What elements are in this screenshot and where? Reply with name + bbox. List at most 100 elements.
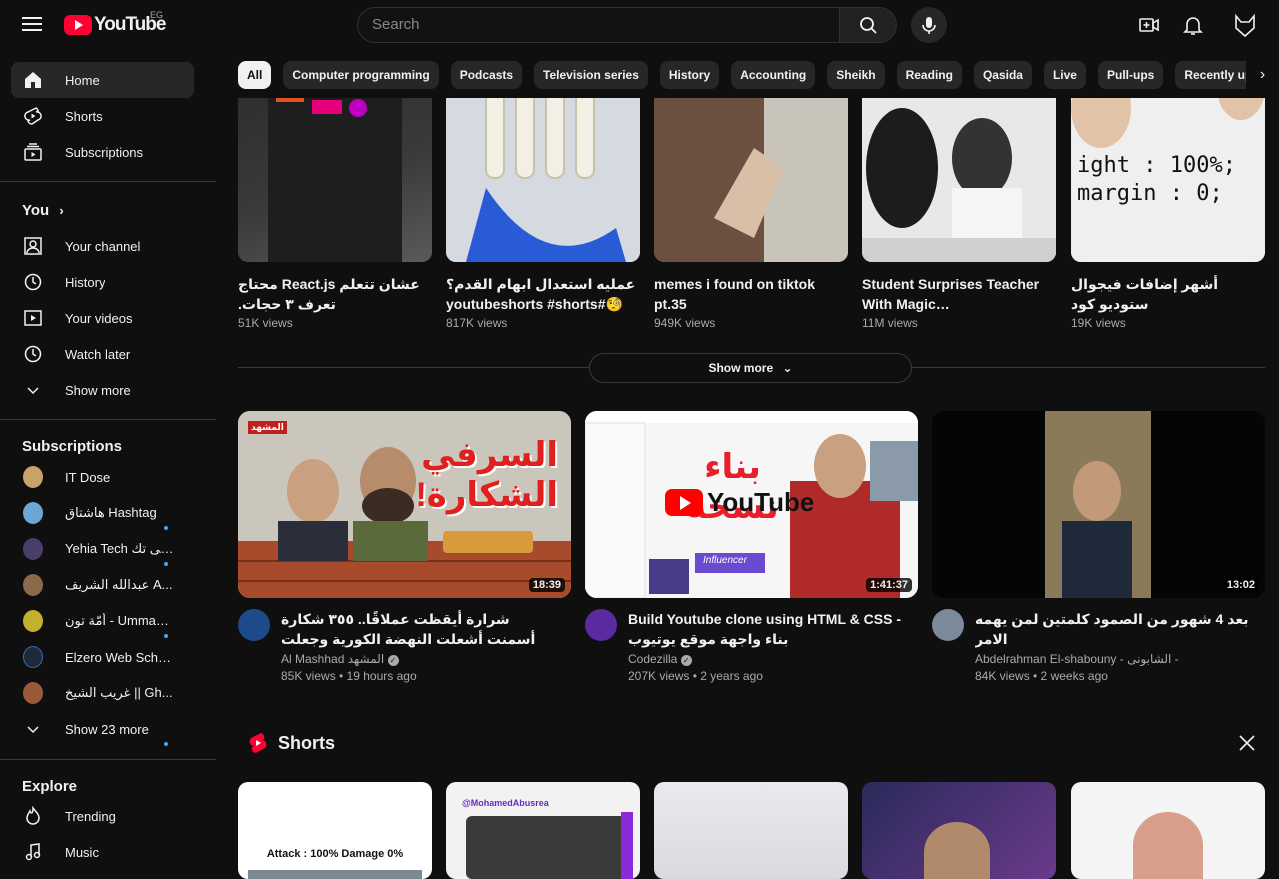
- your-videos-icon: [23, 308, 43, 328]
- watch-later-icon: [23, 344, 43, 364]
- short-thumbnail[interactable]: [862, 782, 1056, 879]
- video-card[interactable]: السرفي الشكارة! المشهد 18:39 شرارة أيقظت…: [238, 411, 571, 683]
- create-video-icon[interactable]: [1137, 13, 1161, 37]
- sidebar-subscription-item[interactable]: عبدالله الشريف A...: [11, 567, 194, 603]
- notifications-bell-icon[interactable]: [1181, 13, 1205, 37]
- video-title[interactable]: شرارة أيقظت عملاقًا.. ٣٥٥ شكارة أسمنت أش…: [281, 609, 561, 649]
- voice-search-button[interactable]: [911, 7, 947, 43]
- search-button[interactable]: [839, 7, 897, 43]
- chip-live[interactable]: Live: [1043, 61, 1086, 89]
- short-thumbnail[interactable]: @MohamedAbusrea: [446, 782, 640, 879]
- short-card[interactable]: [1071, 782, 1265, 879]
- sidebar-subscription-item[interactable]: أمّة تون - Ummah T...: [11, 603, 194, 639]
- close-icon[interactable]: [1237, 733, 1257, 753]
- thumbnail-accent: [621, 812, 633, 879]
- trending-icon: [23, 806, 43, 826]
- show-more-button[interactable]: Show more ⌄: [589, 353, 912, 383]
- channel-avatar[interactable]: [585, 609, 617, 641]
- sidebar-item-shorts[interactable]: Shorts: [11, 98, 194, 134]
- sidebar-item-music[interactable]: Music: [11, 834, 194, 870]
- shorts-logo-icon: [249, 733, 267, 753]
- video-channel[interactable]: Codezilla ✓: [628, 652, 908, 666]
- video-thumbnail[interactable]: بناء نسخة YouTube Influencer 1:41:37: [585, 411, 918, 598]
- youtube-logo[interactable]: YouTube EG: [64, 10, 166, 36]
- short-title[interactable]: Student Surprises Teacher With Magic…: [862, 274, 1056, 314]
- short-card[interactable]: [862, 782, 1056, 879]
- short-title[interactable]: عشان تتعلم React.js محتاج تعرف ٣ حجات.: [238, 274, 432, 314]
- short-title[interactable]: memes i found on tiktok pt.35: [654, 274, 848, 314]
- short-title[interactable]: عمليه استعدال ابهام القدم؟ 🧐#youtubeshor…: [446, 274, 640, 314]
- thumbnail-title-text: السرفي الشكارة!: [415, 436, 558, 514]
- sidebar-item-home[interactable]: Home: [11, 62, 194, 98]
- short-thumbnail[interactable]: [1071, 782, 1265, 879]
- channel-name: Codezilla: [628, 652, 678, 666]
- sidebar-item-label: أمّة تون - Ummah T...: [65, 613, 175, 628]
- account-avatar-icon[interactable]: [1232, 12, 1258, 38]
- channel-avatar[interactable]: [932, 609, 964, 641]
- sidebar-item-show-more-subscriptions[interactable]: Show 23 more: [11, 711, 194, 747]
- short-card[interactable]: Attack : 100% Damage 0%: [238, 782, 432, 879]
- chip-accounting[interactable]: Accounting: [731, 61, 816, 89]
- sidebar-item-history[interactable]: History: [11, 264, 194, 300]
- chip-qasida[interactable]: Qasida: [973, 61, 1032, 89]
- sidebar-item-label: Subscriptions: [65, 144, 144, 160]
- menu-icon[interactable]: [20, 13, 44, 37]
- video-channel[interactable]: Al Mashhad المشهد ✓: [281, 652, 561, 666]
- video-title[interactable]: Build Youtube clone using HTML & CSS - ب…: [628, 609, 908, 649]
- chevron-right-icon[interactable]: ›: [1246, 61, 1279, 89]
- sidebar-item-your-channel[interactable]: Your channel: [11, 228, 194, 264]
- sidebar-item-label: History: [65, 274, 106, 290]
- short-views: 949K views: [654, 316, 716, 330]
- channel-avatar[interactable]: [238, 609, 270, 641]
- divider: [0, 181, 216, 182]
- video-channel[interactable]: Abdelrahman El-shabouny - الشابونى -: [975, 652, 1255, 666]
- chip-television-series[interactable]: Television series: [534, 61, 648, 89]
- video-duration: 18:39: [528, 578, 565, 592]
- channel-avatar: [23, 466, 43, 488]
- sidebar-subscription-item[interactable]: غريب الشيخ || Gh...: [11, 675, 194, 711]
- thumbnail-brand-text: YouTube: [707, 487, 815, 517]
- video-title[interactable]: بعد 4 شهور من الصمود كلمتين لمن يهمه الا…: [975, 609, 1255, 649]
- short-thumbnail[interactable]: Attack : 100% Damage 0%: [238, 782, 432, 879]
- short-card[interactable]: @MohamedAbusrea: [446, 782, 640, 879]
- channel-avatar: [23, 502, 43, 524]
- video-card[interactable]: بناء نسخة YouTube Influencer 1:41:37 Bui…: [585, 411, 918, 683]
- short-views: 11M views: [862, 316, 918, 330]
- sidebar-subscription-item[interactable]: Elzero Web School: [11, 639, 194, 675]
- sidebar-subscription-item[interactable]: Yehia Tech يحيى تك: [11, 531, 194, 567]
- chip-all[interactable]: All: [238, 61, 272, 89]
- chip-pull-ups[interactable]: Pull-ups: [1097, 61, 1164, 89]
- sidebar-item-trending[interactable]: Trending: [11, 798, 194, 834]
- sidebar-item-label: IT Dose: [65, 469, 111, 485]
- sidebar-item-subscriptions[interactable]: Subscriptions: [11, 134, 194, 170]
- sidebar-subscription-item[interactable]: IT Dose: [11, 459, 194, 495]
- sidebar-item-your-videos[interactable]: Your videos: [11, 300, 194, 336]
- video-card[interactable]: 13:02 بعد 4 شهور من الصمود كلمتين لمن يه…: [932, 411, 1265, 683]
- chip-sheikh[interactable]: Sheikh: [827, 61, 885, 89]
- chip-history[interactable]: History: [659, 61, 720, 89]
- thumbnail-handle: @MohamedAbusrea: [462, 798, 549, 808]
- history-icon: [23, 272, 43, 292]
- you-section-heading[interactable]: You ›: [22, 202, 64, 219]
- short-views: 51K views: [238, 316, 293, 330]
- sidebar-item-label: Yehia Tech يحيى تك: [65, 541, 175, 556]
- sidebar-item-label: عبدالله الشريف A...: [65, 577, 173, 592]
- video-thumbnail[interactable]: 13:02: [932, 411, 1265, 598]
- search-input[interactable]: Search: [357, 7, 840, 43]
- video-thumbnail[interactable]: السرفي الشكارة! المشهد 18:39: [238, 411, 571, 598]
- chip-podcasts[interactable]: Podcasts: [450, 61, 523, 89]
- short-thumbnail[interactable]: [654, 782, 848, 879]
- channel-avatar: [23, 574, 43, 596]
- chevron-down-icon: [23, 719, 43, 739]
- short-card[interactable]: [654, 782, 848, 879]
- sidebar-item-label: Music: [65, 844, 99, 860]
- chip-reading[interactable]: Reading: [896, 61, 962, 89]
- search-icon: [860, 17, 877, 34]
- short-title[interactable]: أشهر إضافات فيجوال ستوديو كود: [1071, 274, 1265, 314]
- sidebar-item-show-more[interactable]: Show more: [11, 372, 194, 408]
- subscriptions-icon: [23, 142, 43, 162]
- sidebar-item-watch-later[interactable]: Watch later: [11, 336, 194, 372]
- sidebar-subscription-item[interactable]: هاشتاق Hashtag: [11, 495, 194, 531]
- chip-computer-programming[interactable]: Computer programming: [283, 61, 439, 89]
- video-duration: 1:41:37: [866, 578, 912, 592]
